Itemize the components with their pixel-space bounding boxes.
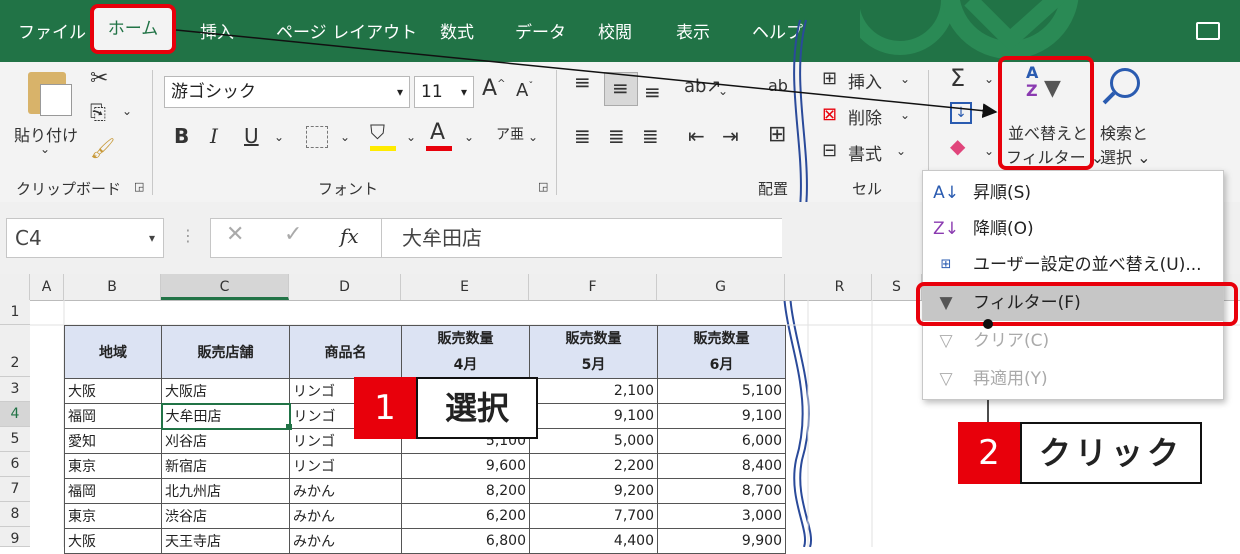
clear-filter-icon: ▽	[939, 331, 953, 351]
reapply-icon: ▽	[939, 369, 953, 389]
menu-item-sort-descending[interactable]: Z↓ 降順(O)	[923, 211, 1223, 247]
sort-desc-icon: Z↓	[933, 219, 959, 239]
menu-item-reapply[interactable]: ▽ 再適用(Y)	[923, 361, 1223, 397]
menu-item-sort-ascending[interactable]: A↓ 昇順(S)	[923, 175, 1223, 211]
menu-item-custom-sort[interactable]: ⊞ ユーザー設定の並べ替え(U)...	[923, 247, 1223, 283]
sort-asc-icon: A↓	[933, 183, 959, 203]
connector-dot	[983, 319, 993, 329]
menu-item-clear[interactable]: ▽ クリア(C)	[923, 323, 1223, 359]
custom-sort-icon: ⊞	[940, 257, 952, 272]
filter-highlight	[916, 282, 1238, 326]
step-2-label: クリック	[1020, 422, 1202, 484]
step-2-number: 2	[958, 422, 1020, 484]
